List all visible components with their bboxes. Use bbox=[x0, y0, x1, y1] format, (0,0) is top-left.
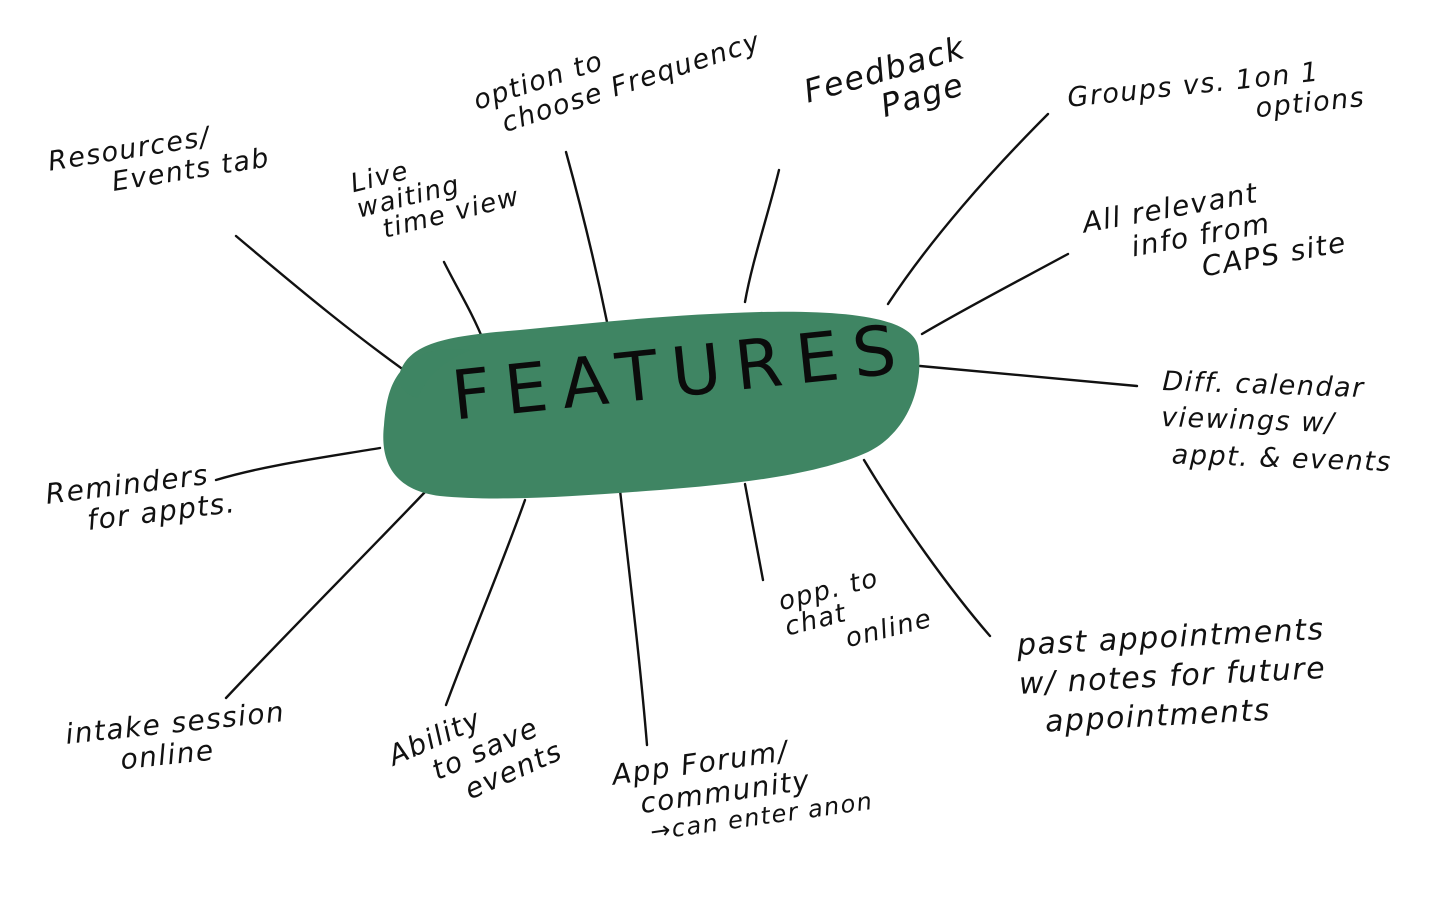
connector-live-waiting bbox=[442, 260, 486, 344]
connector-chat bbox=[743, 482, 765, 582]
connector-intake bbox=[224, 490, 427, 700]
feature-past-appointments: past appointments w/ notes for future ap… bbox=[1016, 611, 1327, 740]
connector-calendar bbox=[918, 364, 1139, 388]
feature-calendar-viewings: Diff. calendar viewings w/ appt. & event… bbox=[1160, 365, 1393, 478]
connector-feedback bbox=[743, 168, 781, 304]
connector-groups bbox=[886, 112, 1050, 306]
connector-resources bbox=[234, 234, 427, 387]
connector-caps-info bbox=[920, 252, 1070, 336]
connector-save-events bbox=[444, 498, 527, 707]
connector-reminders bbox=[214, 446, 382, 482]
connector-frequency bbox=[564, 150, 609, 324]
connector-forum bbox=[618, 488, 649, 747]
